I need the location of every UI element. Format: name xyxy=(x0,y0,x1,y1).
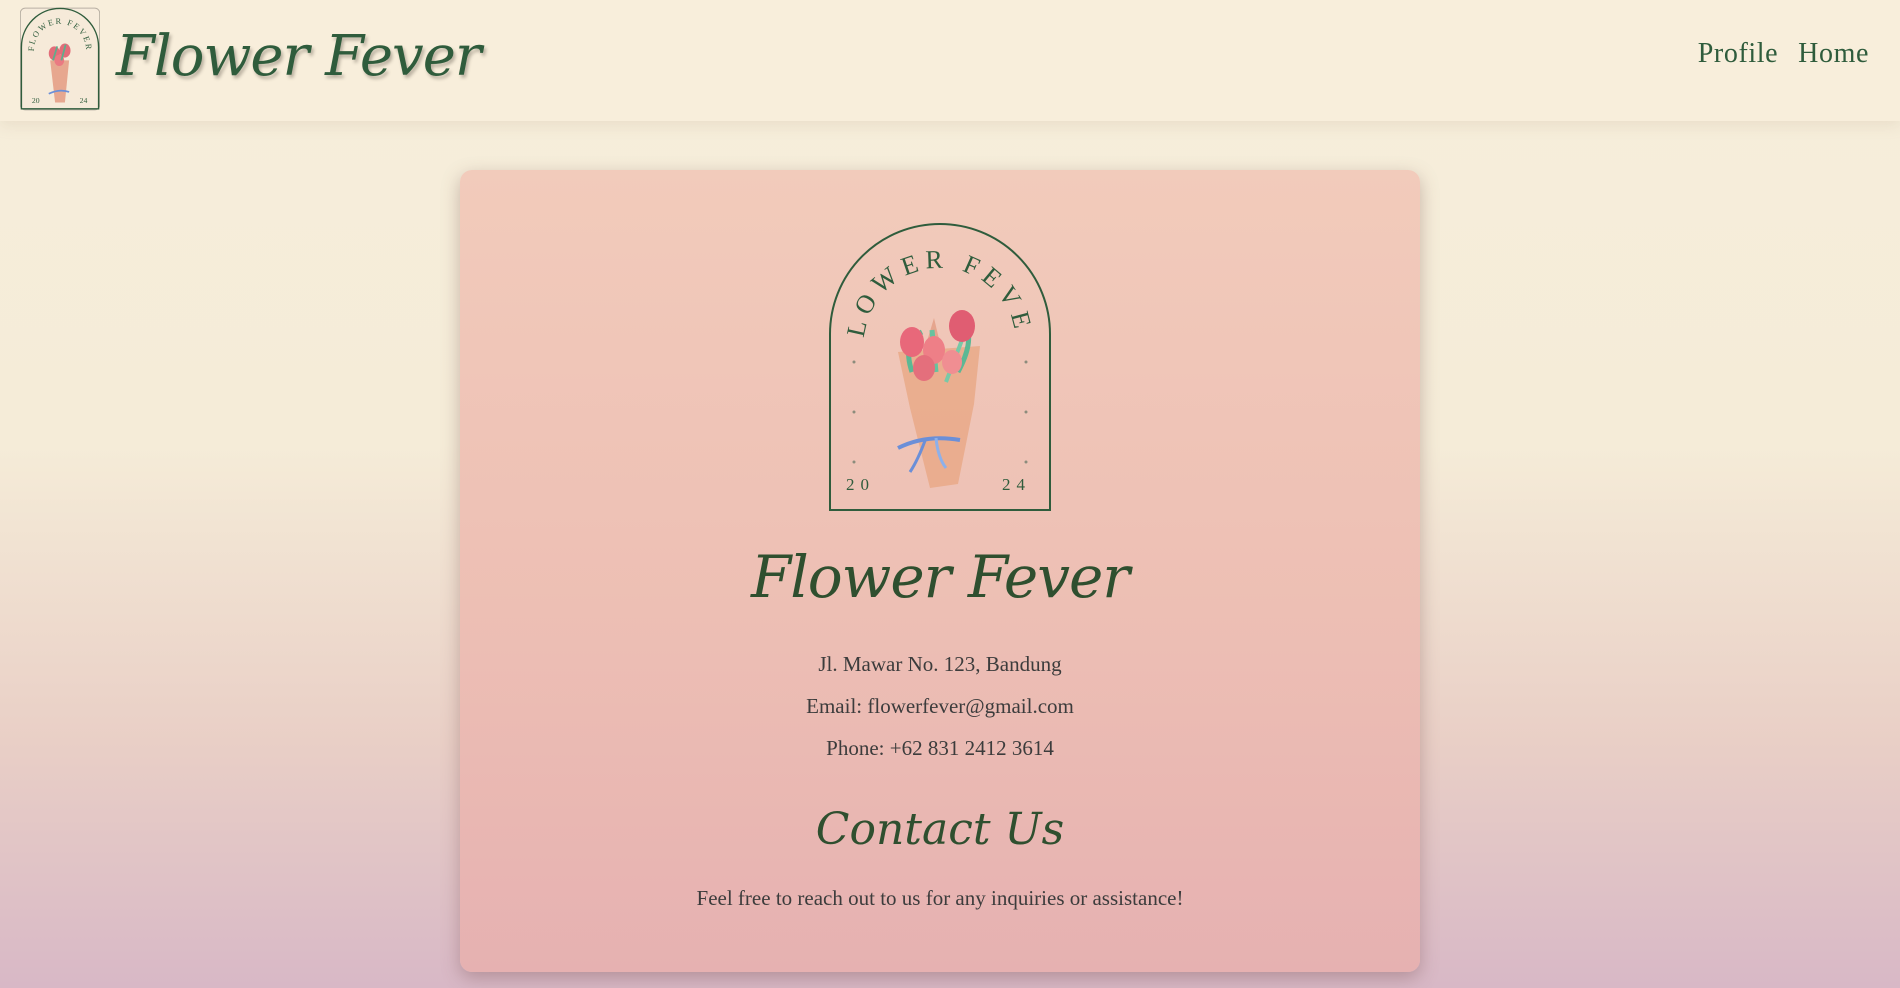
brand-title: Flower Fever xyxy=(750,543,1130,611)
svg-text:20: 20 xyxy=(846,475,875,494)
phone-text: Phone: +62 831 2412 3614 xyxy=(826,736,1054,760)
svg-text:FLOWER FEVER: FLOWER FEVER xyxy=(826,222,1039,339)
header-logo[interactable]: FLOWER FEVER 20 24 xyxy=(19,7,101,111)
main-nav: Profile Home xyxy=(1698,38,1869,70)
svg-text:24: 24 xyxy=(1002,475,1031,494)
svg-text:20: 20 xyxy=(32,96,40,105)
email-text: Email: flowerfever@gmail.com xyxy=(806,694,1074,718)
nav-profile-link[interactable]: Profile xyxy=(1698,38,1778,70)
address-text: Jl. Mawar No. 123, Bandung xyxy=(818,652,1062,676)
contact-description: Feel free to reach out to us for any inq… xyxy=(696,886,1184,910)
flower-bouquet-icon: FLOWER FEVER 20 24 xyxy=(19,7,101,111)
site-header: FLOWER FEVER 20 24 Flower Fever Profile … xyxy=(0,0,1900,121)
site-title: Flower Fever xyxy=(116,24,482,89)
contact-heading: Contact Us xyxy=(815,804,1065,855)
nav-home-link[interactable]: Home xyxy=(1798,38,1869,70)
svg-text:24: 24 xyxy=(80,96,88,105)
brand-logo: FLOWER FEVER 20 24 xyxy=(814,199,1054,514)
flower-bouquet-icon: FLOWER FEVER 20 24 xyxy=(814,199,1051,511)
contact-card: FLOWER FEVER 20 24 Flower Fever xyxy=(460,170,1420,972)
